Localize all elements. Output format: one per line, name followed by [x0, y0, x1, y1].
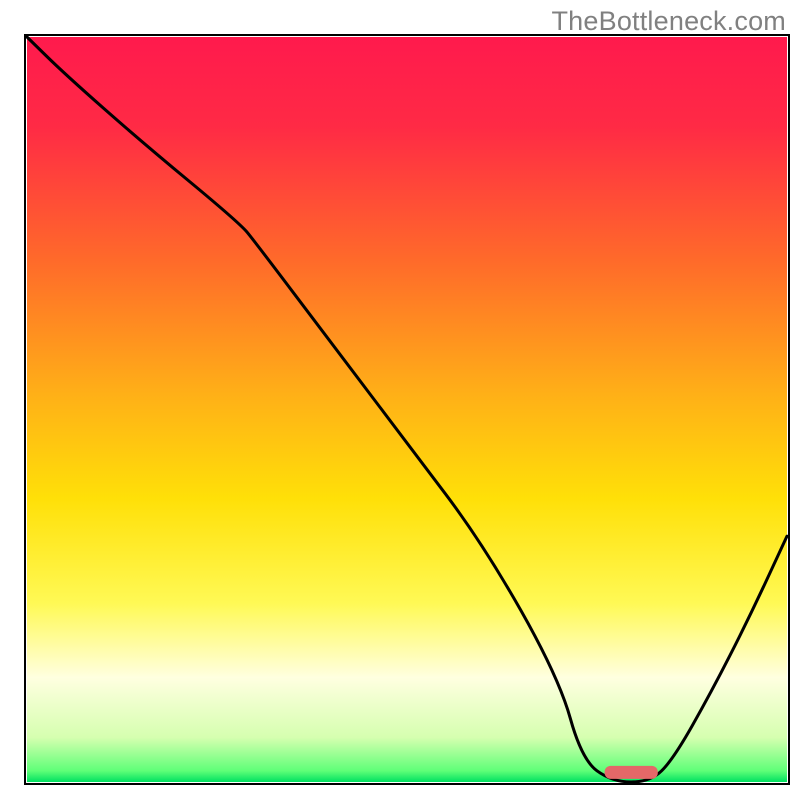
bottleneck-chart	[0, 0, 800, 800]
gradient-background	[27, 37, 787, 782]
attribution-label: TheBottleneck.com	[551, 6, 786, 37]
optimal-marker	[605, 766, 658, 779]
